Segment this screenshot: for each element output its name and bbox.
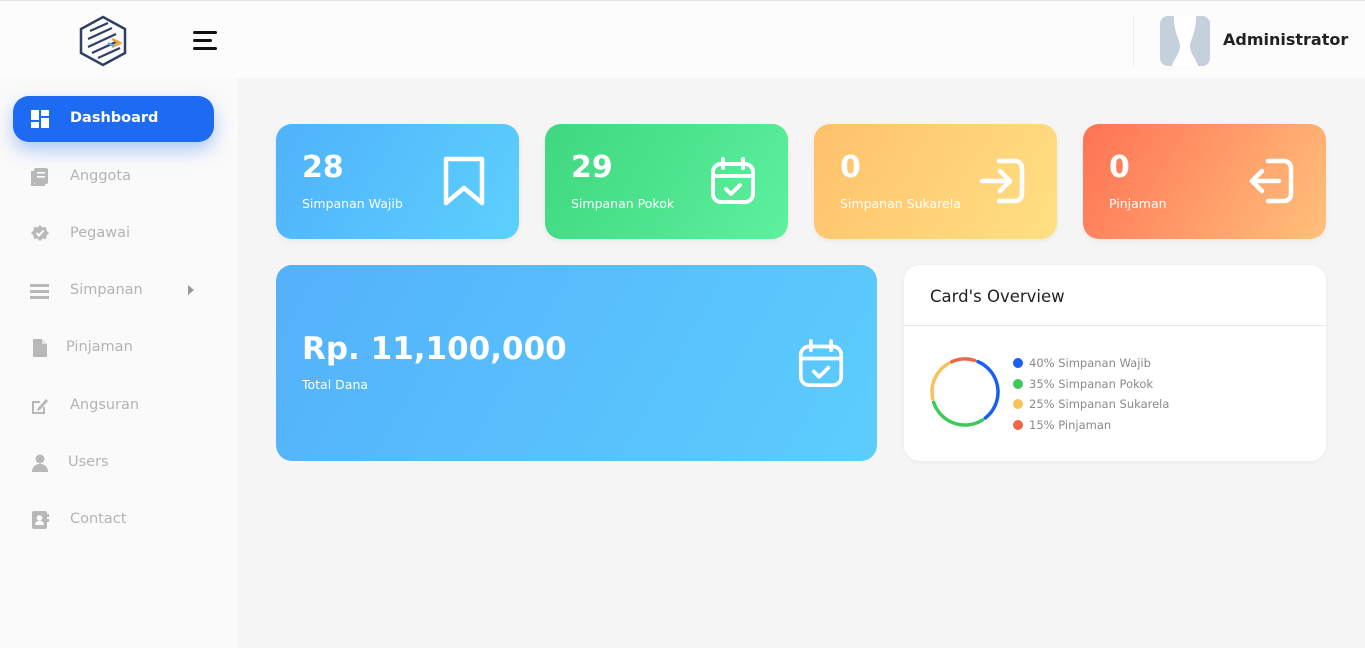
overview-legend: 40% Simpanan Wajib 35% Simpanan Pokok 25… xyxy=(1013,353,1169,436)
dashboard-icon xyxy=(31,110,49,128)
avatar[interactable] xyxy=(1160,16,1210,66)
donut-segment-3 xyxy=(949,357,977,364)
legend-label: 40% Simpanan Wajib xyxy=(1029,356,1151,370)
overview-donut-chart xyxy=(930,357,1000,427)
sidebar-item-label: Pegawai xyxy=(70,225,131,241)
legend-dot xyxy=(1013,358,1023,368)
stat-card-simpanan-pokok[interactable]: 29 Simpanan Pokok xyxy=(545,124,788,239)
sidebar-item-pegawai[interactable]: Pegawai xyxy=(13,211,214,257)
sidebar-item-label: Pinjaman xyxy=(66,339,133,355)
hamburger-line xyxy=(193,47,217,50)
calendar-check-icon xyxy=(711,157,755,204)
sidebar-item-dashboard[interactable]: Dashboard xyxy=(13,96,214,142)
legend-dot xyxy=(1013,378,1023,389)
app-logo[interactable] xyxy=(78,15,128,67)
sidebar-item-label: Angsuran xyxy=(70,397,140,413)
legend-item: 40% Simpanan Wajib xyxy=(1013,353,1169,374)
calendar-check-icon xyxy=(798,339,844,388)
legend-dot xyxy=(1013,399,1023,410)
sidebar-item-contact[interactable]: Contact xyxy=(13,497,214,543)
donut-segment-2 xyxy=(930,361,951,401)
stat-value: 28 xyxy=(302,150,344,185)
legend-item: 25% Simpanan Sukarela xyxy=(1013,394,1169,415)
stat-label: Simpanan Pokok xyxy=(571,196,675,211)
sidebar-item-simpanan[interactable]: Simpanan xyxy=(13,268,214,314)
stat-label: Simpanan Sukarela xyxy=(840,196,961,211)
badge-check-icon xyxy=(31,225,49,241)
sidebar-item-label: Dashboard xyxy=(70,110,159,126)
sidebar-item-label: Simpanan xyxy=(70,282,143,298)
stat-card-simpanan-wajib[interactable]: 28 Simpanan Wajib xyxy=(276,124,519,239)
header-divider xyxy=(1133,16,1134,66)
legend-label: 15% Pinjaman xyxy=(1029,418,1112,433)
cards-overview-panel: Card's Overview 40% Simpanan Wajib 35% S… xyxy=(904,265,1326,461)
sidebar-item-users[interactable]: Users xyxy=(13,440,214,486)
logout-icon xyxy=(1249,158,1294,204)
sidebar-item-anggota[interactable]: Anggota xyxy=(13,154,214,200)
hamburger-line xyxy=(193,39,212,42)
sidebar-item-label: Anggota xyxy=(70,168,131,184)
legend-label: 35% Simpanan Pokok xyxy=(1029,376,1154,391)
donut-segment-1 xyxy=(931,400,985,427)
username-label[interactable]: Administrator xyxy=(1223,30,1348,49)
user-icon xyxy=(32,454,48,472)
legend-dot xyxy=(1013,420,1023,431)
hamburger-line xyxy=(193,31,217,34)
legend-item: 15% Pinjaman xyxy=(1013,415,1169,436)
menu-toggle-button[interactable] xyxy=(193,31,218,53)
stat-value: 0 xyxy=(840,150,861,185)
contact-book-icon xyxy=(32,511,49,529)
sidebar-item-angsuran[interactable]: Angsuran xyxy=(13,383,214,429)
overview-divider xyxy=(904,325,1326,326)
stat-card-pinjaman[interactable]: 0 Pinjaman xyxy=(1083,124,1326,239)
stat-value: 0 xyxy=(1109,150,1130,185)
sidebar-item-label: Users xyxy=(68,454,109,470)
overview-title: Card's Overview xyxy=(930,287,1065,306)
sidebar-item-label: Contact xyxy=(70,511,127,527)
logo-icon xyxy=(79,15,127,67)
legend-label: 25% Simpanan Sukarela xyxy=(1029,397,1170,412)
sidebar-item-pinjaman[interactable]: Pinjaman xyxy=(13,325,214,371)
caret-right-icon xyxy=(188,285,194,295)
bookmark-icon xyxy=(443,156,485,206)
sidebar: Dashboard Anggota Pegawai Simpanan Pinja… xyxy=(0,78,238,648)
list-icon xyxy=(30,284,49,299)
stat-value: 29 xyxy=(571,150,613,185)
avatar-silhouette-icon xyxy=(1160,16,1210,66)
total-amount: Rp. 11,100,000 xyxy=(302,331,567,367)
donut-segment-0 xyxy=(976,359,1000,420)
file-icon xyxy=(33,339,47,357)
total-label: Total Dana xyxy=(302,377,369,392)
stat-label: Simpanan Wajib xyxy=(302,196,403,211)
book-icon xyxy=(31,168,48,186)
edit-icon xyxy=(32,399,48,414)
stat-label: Pinjaman xyxy=(1109,196,1167,211)
legend-item: 35% Simpanan Pokok xyxy=(1013,374,1169,395)
stat-card-simpanan-sukarela[interactable]: 0 Simpanan Sukarela xyxy=(814,124,1057,239)
top-bar: Administrator xyxy=(0,0,1365,78)
total-dana-card[interactable]: Rp. 11,100,000 Total Dana xyxy=(276,265,877,461)
login-icon xyxy=(979,158,1025,204)
